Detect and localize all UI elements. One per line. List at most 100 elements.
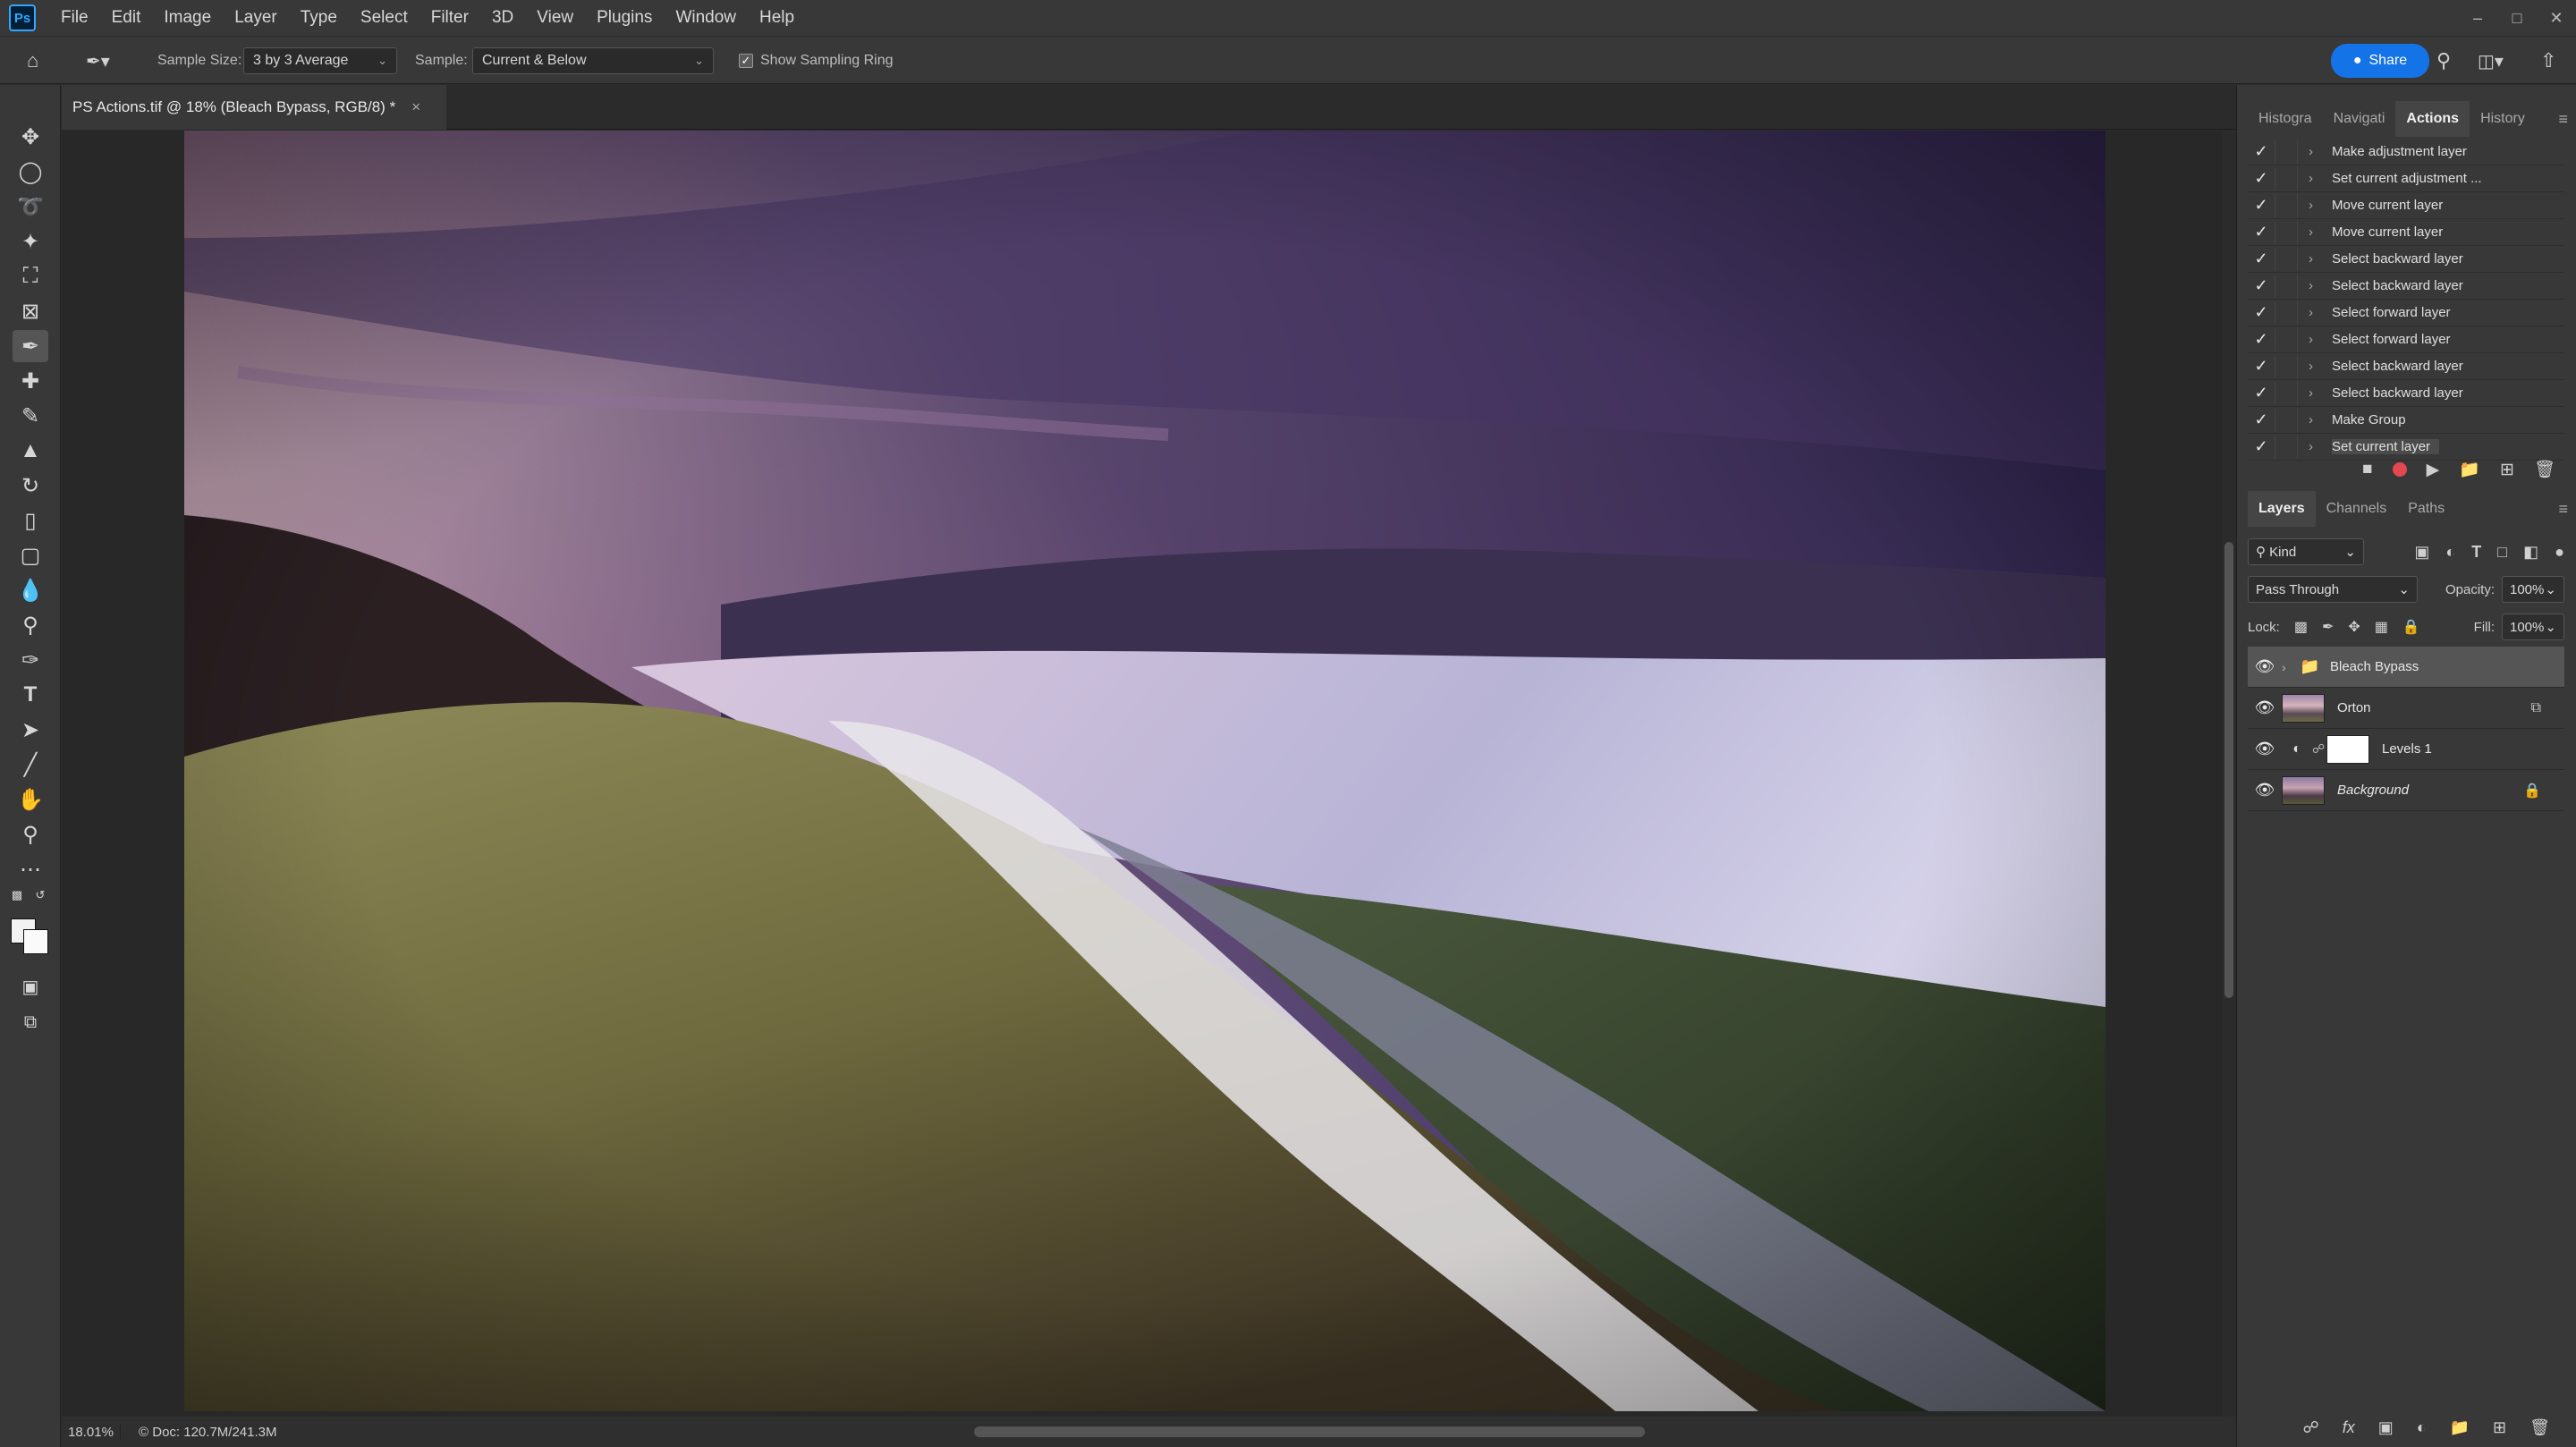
menu-image[interactable]: Image [164,8,211,28]
vertical-scrollbar[interactable] [2222,131,2236,1417]
horizontal-scroll-thumb[interactable] [974,1426,1645,1437]
path-selection-tool-icon[interactable]: ➤ [13,714,48,746]
search-icon[interactable]: ⚲ [2436,37,2451,85]
share-document-icon[interactable]: ⇧ [2540,37,2556,85]
layer-name[interactable]: Orton [2337,700,2371,715]
chevron-right-icon[interactable]: › [2309,224,2323,240]
tab-layers[interactable]: Layers [2248,491,2316,527]
close-icon[interactable]: ✕ [2537,0,2576,36]
new-layer-icon[interactable]: ⊞ [2493,1418,2506,1437]
move-tool-icon[interactable]: ✥ [13,121,48,153]
smart-object-filter-icon[interactable]: ◧ [2523,543,2538,562]
add-mask-icon[interactable]: ▣ [2378,1418,2394,1437]
menu-layer[interactable]: Layer [234,8,277,28]
action-row[interactable]: ✓ › Select forward layer [2248,326,2564,353]
chevron-right-icon[interactable]: › [2309,278,2323,293]
action-row[interactable]: ✓ › Select backward layer [2248,353,2564,380]
menu-file[interactable]: File [61,8,89,28]
hand-tool-icon[interactable]: ✋ [13,783,48,816]
sample-select[interactable]: Current & Below ⌄ [472,47,714,74]
layer-name[interactable]: Bleach Bypass [2330,659,2419,674]
chevron-right-icon[interactable]: › [2309,144,2323,159]
dialog-toggle[interactable] [2275,193,2298,217]
link-layers-icon[interactable]: ☍ [2302,1418,2318,1437]
eraser-tool-icon[interactable]: ▯ [13,504,48,537]
tab-navigator[interactable]: Navigati [2323,101,2396,137]
zoom-tool-icon[interactable]: ⚲ [13,818,48,850]
document-tab[interactable]: PS Actions.tif @ 18% (Bleach Bypass, RGB… [62,85,446,130]
action-row[interactable]: ✓ › Select backward layer [2248,246,2564,273]
check-icon[interactable]: ✓ [2248,223,2275,241]
type-tool-icon[interactable]: T [13,679,48,711]
lock-position-icon[interactable]: ✥ [2348,618,2360,636]
action-row[interactable]: ✓ › Select backward layer [2248,380,2564,407]
new-group-icon[interactable]: 📁 [2450,1418,2470,1437]
record-icon[interactable] [2392,462,2407,477]
opacity-input[interactable]: 100% ⌄ [2502,576,2564,603]
dialog-toggle[interactable] [2275,300,2298,325]
brush-tool-icon[interactable]: ✎ [13,400,48,432]
check-icon[interactable]: ✓ [2248,142,2275,161]
check-icon[interactable]: ✓ [2248,384,2275,402]
filter-toggle-icon[interactable]: ● [2555,543,2564,562]
visibility-eye-icon[interactable]: 👁 [2248,657,2282,676]
dodge-tool-icon[interactable]: ⚲ [13,609,48,641]
clone-stamp-tool-icon[interactable]: ▲ [13,435,48,467]
check-icon[interactable]: ✓ [2248,330,2275,349]
canvas-area[interactable] [62,131,2236,1417]
action-row[interactable]: ✓ › Set current adjustment ... [2248,165,2564,192]
action-row[interactable]: ✓ › Make adjustment layer [2248,139,2564,165]
chevron-right-icon[interactable]: › [2309,385,2323,401]
stop-icon[interactable]: ■ [2362,460,2372,479]
check-icon[interactable]: ✓ [2248,410,2275,429]
blur-tool-icon[interactable]: 💧 [13,574,48,606]
check-icon[interactable]: ✓ [2248,276,2275,295]
lock-artboard-icon[interactable]: ▦ [2375,618,2388,636]
workspace-icon[interactable]: ◫▾ [2478,37,2504,85]
action-row[interactable]: ✓ › Select backward layer [2248,273,2564,300]
adjustment-filter-icon[interactable]: ◐ [2445,543,2455,562]
marquee-tool-icon[interactable]: ◯ [13,156,48,188]
chevron-right-icon[interactable]: › [2309,251,2323,267]
home-icon[interactable]: ⌂ [27,37,38,85]
healing-brush-tool-icon[interactable]: ✚ [13,365,48,397]
fx-icon[interactable]: fx [2343,1418,2355,1437]
zoom-level[interactable]: 18.01% [62,1424,121,1440]
frame-tool-icon[interactable]: ⊠ [13,295,48,327]
tab-histogram[interactable]: Histogra [2248,101,2323,137]
action-row[interactable]: ✓ › Select forward layer [2248,300,2564,326]
chevron-right-icon[interactable]: › [2282,660,2300,674]
magic-wand-tool-icon[interactable]: ✦ [13,225,48,258]
eyedropper-tool-icon[interactable]: ✒ [13,330,48,362]
more-tools-icon[interactable]: ⋯ [13,853,48,885]
vertical-scroll-thumb[interactable] [2224,542,2233,998]
delete-icon[interactable]: 🗑 [2534,459,2555,480]
menu-select[interactable]: Select [360,8,408,28]
check-icon[interactable]: ✓ [2248,250,2275,268]
maximize-icon[interactable]: □ [2497,0,2537,36]
minimize-icon[interactable]: – [2458,0,2497,36]
eyedropper-preset-icon[interactable]: ✒▾ [86,37,110,85]
layer-name[interactable]: Background [2337,783,2409,798]
menu-window[interactable]: Window [675,8,736,28]
show-sampling-ring-checkbox[interactable]: ✓ Show Sampling Ring [739,37,894,85]
swap-colors-icon[interactable]: ↺ [30,886,50,904]
check-icon[interactable]: ✓ [2248,169,2275,188]
quick-mask-icon[interactable]: ▣ [13,970,48,1003]
panel-menu-icon[interactable]: ≡ [2558,110,2568,129]
menu-type[interactable]: Type [301,8,337,28]
lasso-tool-icon[interactable]: ➰ [13,190,48,223]
type-filter-icon[interactable]: T [2471,543,2481,562]
dialog-toggle[interactable] [2275,408,2298,432]
chevron-right-icon[interactable]: › [2309,171,2323,186]
menu-3d[interactable]: 3D [492,8,513,28]
check-icon[interactable]: ✓ [2248,196,2275,215]
gradient-tool-icon[interactable]: ▢ [13,539,48,571]
tab-paths[interactable]: Paths [2397,491,2455,527]
default-colors-icon[interactable]: ▩ [7,886,27,904]
dialog-toggle[interactable] [2275,354,2298,378]
action-row[interactable]: ✓ › Make Group [2248,407,2564,434]
menu-plugins[interactable]: Plugins [597,8,652,28]
history-brush-tool-icon[interactable]: ↻ [13,470,48,502]
layer-mask-thumbnail[interactable] [2326,734,2369,764]
